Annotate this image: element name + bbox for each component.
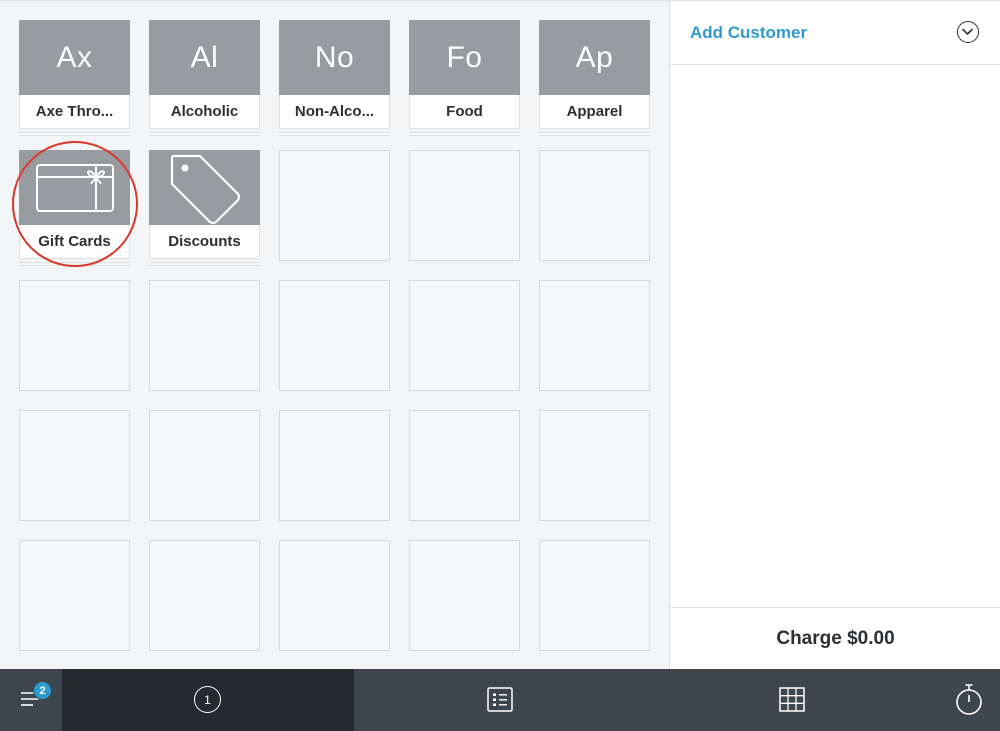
chevron-down-icon[interactable] xyxy=(957,21,979,43)
empty-tile[interactable] xyxy=(539,150,650,261)
empty-tile[interactable] xyxy=(409,150,520,261)
tile-label: Alcoholic xyxy=(149,95,260,129)
add-customer-button[interactable]: Add Customer xyxy=(690,23,807,43)
clock-in-button[interactable] xyxy=(938,669,1000,731)
gift-cards-tile[interactable]: Gift Cards xyxy=(19,150,130,266)
empty-tile[interactable] xyxy=(279,150,390,261)
tile-stack-edge xyxy=(19,261,130,263)
keypad-tab[interactable]: 1 xyxy=(62,669,354,731)
category-tile-alcoholic[interactable]: Al Alcoholic xyxy=(149,20,260,136)
empty-tile[interactable] xyxy=(19,540,130,651)
tile-label: Discounts xyxy=(149,225,260,259)
tile-stack-edge xyxy=(279,131,390,133)
grid-icon xyxy=(779,687,805,712)
tag-icon xyxy=(170,154,240,224)
timer-icon xyxy=(956,684,982,715)
tile-stack-edge xyxy=(149,265,260,266)
tile-image xyxy=(19,150,130,225)
charge-button[interactable]: Charge $0.00 xyxy=(670,608,1000,670)
tile-abbreviation: No xyxy=(279,20,390,95)
empty-tile[interactable] xyxy=(279,410,390,521)
empty-tile[interactable] xyxy=(279,280,390,391)
category-tile-apparel[interactable]: Ap Apparel xyxy=(539,20,650,136)
tile-label: Axe Thro... xyxy=(19,95,130,129)
tile-stack-edge xyxy=(409,135,520,136)
tile-stack-edge xyxy=(19,131,130,133)
empty-tile[interactable] xyxy=(539,540,650,651)
tile-abbreviation: Ax xyxy=(19,20,130,95)
empty-tile[interactable] xyxy=(149,410,260,521)
empty-tile[interactable] xyxy=(19,280,130,391)
tile-stack-edge xyxy=(149,135,260,136)
category-tile-axe-throwing[interactable]: Ax Axe Thro... xyxy=(19,20,130,136)
favorites-grid-tab[interactable] xyxy=(646,669,938,731)
item-grid: Ax Axe Thro... Al Alcoholic No Non-Alco.… xyxy=(0,0,669,669)
sale-panel: Add Customer Charge $0.00 xyxy=(669,0,1000,669)
tile-label: Gift Cards xyxy=(19,225,130,259)
empty-tile[interactable] xyxy=(279,540,390,651)
tile-stack-edge xyxy=(409,131,520,133)
tile-abbreviation: Al xyxy=(149,20,260,95)
library-tab[interactable] xyxy=(354,669,646,731)
divider xyxy=(670,64,1000,65)
tile-label: Non-Alco... xyxy=(279,95,390,129)
library-icon xyxy=(487,687,513,712)
empty-tile[interactable] xyxy=(539,410,650,521)
tile-stack-edge xyxy=(19,135,130,136)
tile-stack-edge xyxy=(149,131,260,133)
empty-tile[interactable] xyxy=(409,280,520,391)
tile-stack-edge xyxy=(539,135,650,136)
empty-tile[interactable] xyxy=(149,280,260,391)
bottom-nav-bar: 2 1 xyxy=(0,669,1000,731)
tile-label: Food xyxy=(409,95,520,129)
menu-icon xyxy=(21,692,39,706)
tile-image xyxy=(149,150,260,225)
tile-abbreviation: Ap xyxy=(539,20,650,95)
discounts-tile[interactable]: Discounts xyxy=(149,150,260,266)
tile-stack-edge xyxy=(279,135,390,136)
open-tickets-button[interactable]: 2 xyxy=(0,669,62,731)
empty-tile[interactable] xyxy=(19,410,130,521)
tile-stack-edge xyxy=(149,261,260,263)
tile-abbreviation: Fo xyxy=(409,20,520,95)
empty-tile[interactable] xyxy=(149,540,260,651)
open-tickets-badge: 2 xyxy=(33,681,52,700)
category-tile-non-alcoholic[interactable]: No Non-Alco... xyxy=(279,20,390,136)
gift-card-icon xyxy=(35,163,114,212)
empty-tile[interactable] xyxy=(409,540,520,651)
tile-stack-edge xyxy=(19,265,130,266)
tile-label: Apparel xyxy=(539,95,650,129)
keypad-icon: 1 xyxy=(194,686,221,713)
tile-stack-edge xyxy=(539,131,650,133)
empty-tile[interactable] xyxy=(539,280,650,391)
category-tile-food[interactable]: Fo Food xyxy=(409,20,520,136)
empty-tile[interactable] xyxy=(409,410,520,521)
